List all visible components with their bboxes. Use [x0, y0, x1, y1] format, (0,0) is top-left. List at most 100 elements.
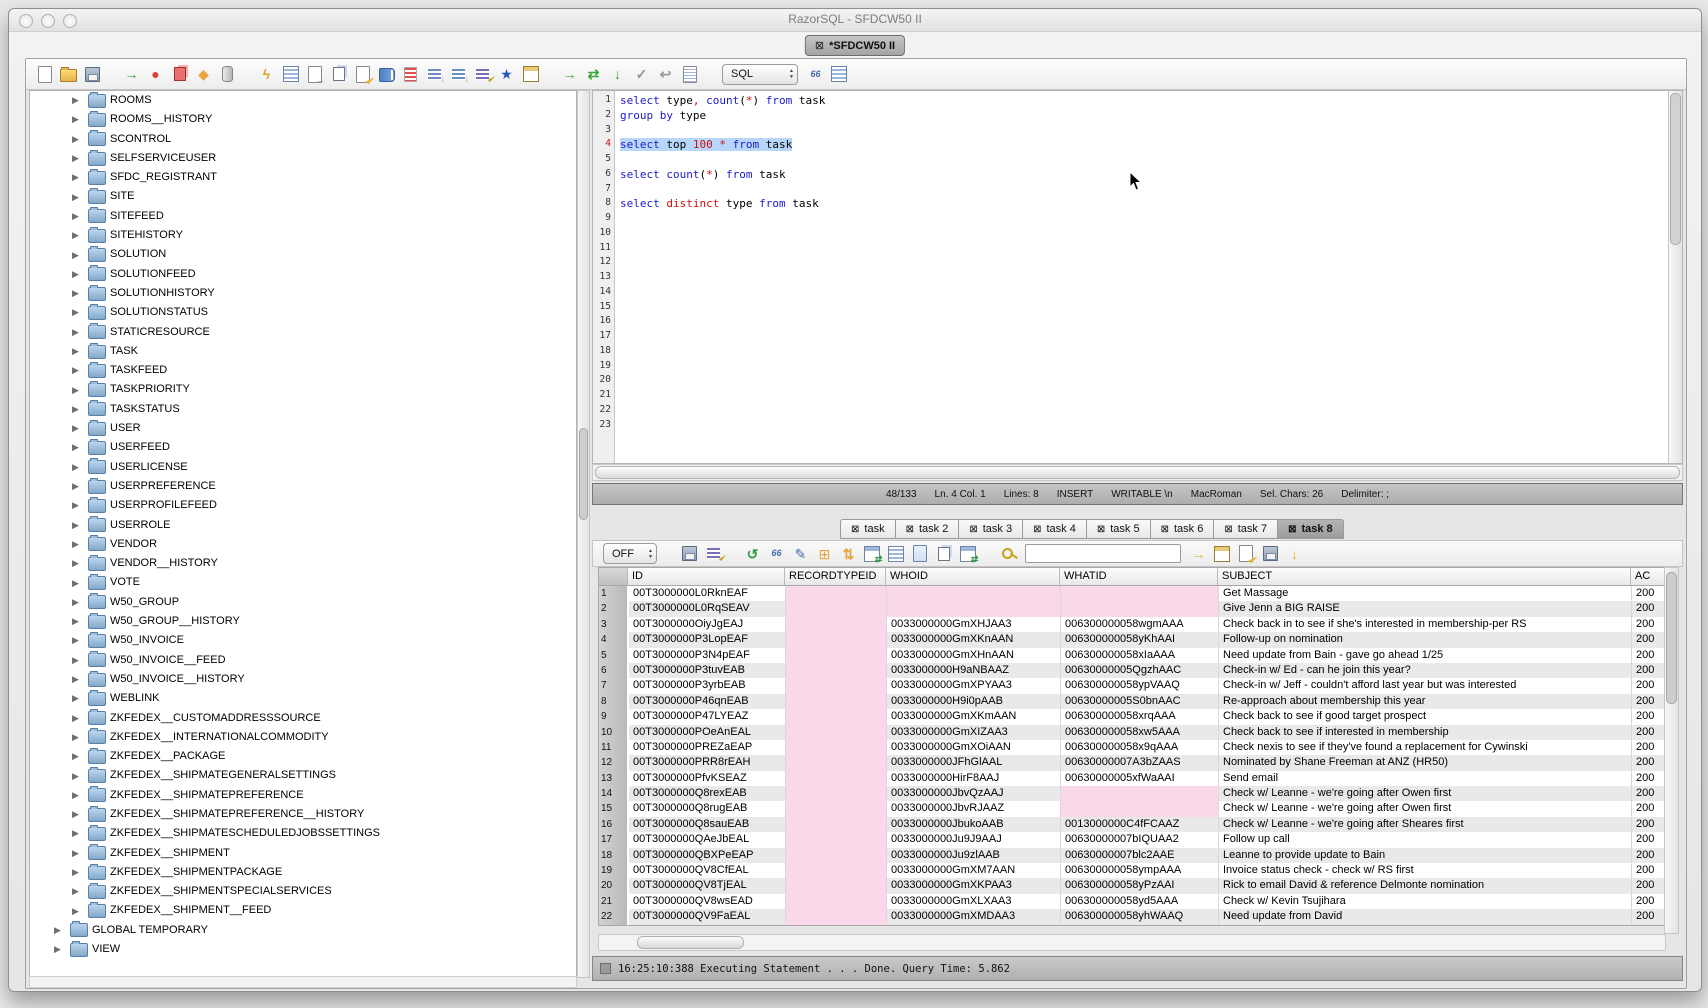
disclosure-triangle-icon[interactable]: ▶ [54, 925, 61, 936]
row-number-header[interactable] [599, 568, 628, 585]
result-tab-task-3[interactable]: ⊠task 3 [958, 519, 1022, 539]
scrollbar-thumb[interactable] [1670, 93, 1681, 245]
table-cell[interactable]: Nominated by Shane Freeman at ANZ (HR50) [1219, 755, 1632, 770]
tree-item-w50-invoice-feed[interactable]: ▶W50_INVOICE__FEED [30, 651, 576, 670]
tree-item-userpreference[interactable]: ▶USERPREFERENCE [30, 477, 576, 496]
disclosure-triangle-icon[interactable]: ▶ [72, 346, 79, 357]
disclosure-triangle-icon[interactable]: ▶ [72, 558, 79, 569]
auto-commit-select-stepper-icon[interactable]: ▲▼ [648, 548, 653, 560]
import-data-icon[interactable] [328, 63, 349, 85]
save-file-icon[interactable] [82, 63, 103, 85]
scrollbar-thumb[interactable] [1666, 572, 1677, 704]
table-transfer-icon[interactable] [958, 543, 979, 565]
execute-all-icon[interactable]: ⇄ [583, 63, 604, 85]
tree-item-zkfedex-customaddresssource[interactable]: ▶ZKFEDEX__CUSTOMADDRESSSOURCE [30, 709, 576, 728]
copy-table-icon[interactable] [169, 63, 190, 85]
search-input[interactable] [1025, 544, 1181, 563]
column-header-whatid[interactable]: WHATID [1060, 568, 1218, 585]
edit-notepad-icon[interactable] [1236, 543, 1257, 565]
table-cell[interactable]: Follow-up on nomination [1219, 632, 1632, 647]
align-lines-icon[interactable] [448, 63, 469, 85]
table-row[interactable]: 900T3000000P47LYEAZ0033000000GmXKmAAN006… [599, 709, 1665, 724]
disclosure-triangle-icon[interactable]: ▶ [72, 597, 79, 608]
save-results-icon[interactable] [679, 543, 700, 565]
code-line[interactable] [620, 256, 1668, 271]
table-cell[interactable]: Follow up call [1219, 832, 1632, 847]
table-cell[interactable]: 00630000005QgzhAAC [1061, 663, 1219, 678]
tree-item-solutionstatus[interactable]: ▶SOLUTIONSTATUS [30, 303, 576, 322]
tree-item-w50-invoice-history[interactable]: ▶W50_INVOICE__HISTORY [30, 670, 576, 689]
disclosure-triangle-icon[interactable]: ▶ [72, 693, 79, 704]
table-cell[interactable] [786, 848, 887, 863]
disclosure-triangle-icon[interactable]: ▶ [72, 114, 79, 125]
tab-close-icon[interactable]: ⊠ [815, 39, 824, 52]
execute-query-icon[interactable]: → [559, 63, 580, 85]
table-row[interactable]: 700T3000000P3yrbEAB0033000000GmXPYAA3006… [599, 678, 1665, 693]
preview-glasses-icon[interactable]: 66 [805, 63, 826, 85]
disclosure-triangle-icon[interactable]: ▶ [54, 944, 61, 955]
table-cell[interactable]: 006300000058yhWAAQ [1061, 909, 1219, 924]
window-titlebar[interactable]: RazorSQL - SFDCW50 II [9, 9, 1701, 32]
code-line[interactable] [620, 242, 1668, 257]
table-cell[interactable] [786, 601, 887, 616]
tab-close-icon[interactable]: ⊠ [1161, 524, 1169, 535]
tree-item-zkfedex-shipmentspecialservices[interactable]: ▶ZKFEDEX__SHIPMENTSPECIALSERVICES [30, 882, 576, 901]
sort-results-icon[interactable] [703, 543, 724, 565]
code-line[interactable] [620, 227, 1668, 242]
table-cell[interactable]: 0013000000C4fFCAAZ [1061, 817, 1219, 832]
disclosure-triangle-icon[interactable]: ▶ [72, 771, 79, 782]
table-cell[interactable]: Re-approach about membership this year [1219, 694, 1632, 709]
column-header-subject[interactable]: SUBJECT [1218, 568, 1631, 585]
tree-item-zkfedex-shipmentpackage[interactable]: ▶ZKFEDEX__SHIPMENTPACKAGE [30, 863, 576, 882]
auto-commit-select[interactable]: OFF▲▼ [603, 543, 657, 564]
table-cell[interactable]: 00630000007A3bZAAS [1061, 755, 1219, 770]
tree-item-w50-invoice[interactable]: ▶W50_INVOICE [30, 631, 576, 650]
code-line[interactable] [620, 374, 1668, 389]
insert-table-icon[interactable] [1212, 543, 1233, 565]
code-line[interactable] [620, 183, 1668, 198]
table-cell[interactable] [786, 786, 887, 801]
table-cell[interactable] [786, 801, 887, 816]
new-page-icon[interactable] [910, 543, 931, 565]
favorites-star-icon[interactable]: ★ [496, 63, 517, 85]
table-cell[interactable]: 00630000007bIQUAA2 [1061, 832, 1219, 847]
edit-document-icon[interactable] [352, 63, 373, 85]
view-row-glasses-icon[interactable]: 66 [766, 543, 787, 565]
table-cell[interactable]: 006300000058x9qAAA [1061, 740, 1219, 755]
tree-item-zkfedex-shipmategeneralsettings[interactable]: ▶ZKFEDEX__SHIPMATEGENERALSETTINGS [30, 766, 576, 785]
table-row[interactable]: 1900T3000000QV8CfEAL0033000000GmXM7AAN00… [599, 863, 1665, 878]
tab-close-icon[interactable]: ⊠ [1288, 524, 1296, 535]
code-line[interactable]: select distinct type from task [620, 197, 1668, 212]
tree-item-userfeed[interactable]: ▶USERFEED [30, 438, 576, 457]
table-cell[interactable]: 0033000000Ju9zlAAB [887, 848, 1061, 863]
code-line[interactable] [620, 404, 1668, 419]
table-cell[interactable]: Check-in w/ Ed - can he join this year? [1219, 663, 1632, 678]
table-cell[interactable]: Invoice status check - check w/ RS first [1219, 863, 1632, 878]
table-cell[interactable] [786, 878, 887, 893]
table-cell[interactable]: 00T3000000Q8rugEAB [629, 801, 786, 816]
table-cell[interactable]: 0033000000GmXIZAA3 [887, 725, 1061, 740]
sql-code-area[interactable]: select type, count(*) from taskgroup by … [615, 91, 1668, 463]
table-cell[interactable]: 006300000058xrqAAA [1061, 709, 1219, 724]
column-header-id[interactable]: ID [628, 568, 785, 585]
table-cell[interactable]: 00630000007blc2AAE [1061, 848, 1219, 863]
goto-arrow-icon[interactable]: → [1188, 543, 1209, 565]
tree-item-vote[interactable]: ▶VOTE [30, 573, 576, 592]
tree-item-solutionfeed[interactable]: ▶SOLUTIONFEED [30, 265, 576, 284]
tree-item-zkfedex-shipment-feed[interactable]: ▶ZKFEDEX__SHIPMENT__FEED [30, 901, 576, 920]
table-cell[interactable]: 00630000005xfWaAAI [1061, 771, 1219, 786]
table-cell[interactable]: 006300000058ympAAA [1061, 863, 1219, 878]
code-line[interactable]: select type, count(*) from task [620, 94, 1668, 109]
table-row[interactable]: 1500T3000000Q8rugEAB0033000000JbvRJAAZCh… [599, 801, 1665, 816]
tree-item-vendor-history[interactable]: ▶VENDOR__HISTORY [30, 554, 576, 573]
tree-item-weblink[interactable]: ▶WEBLINK [30, 689, 576, 708]
tree-item-global-temporary[interactable]: ▶GLOBAL TEMPORARY [30, 921, 576, 940]
sql-mode-select[interactable]: SQL▲▼ [722, 64, 798, 85]
result-tab-task-2[interactable]: ⊠task 2 [895, 519, 959, 539]
tree-item-w50-group-history[interactable]: ▶W50_GROUP__HISTORY [30, 612, 576, 631]
table-cell[interactable]: 0033000000H9aNBAAZ [887, 663, 1061, 678]
disclosure-triangle-icon[interactable]: ▶ [72, 385, 79, 396]
drop-object-icon[interactable] [217, 63, 238, 85]
table-cell[interactable]: 0033000000JFhGlAAL [887, 755, 1061, 770]
table-cell[interactable]: 0033000000GmXOiAAN [887, 740, 1061, 755]
